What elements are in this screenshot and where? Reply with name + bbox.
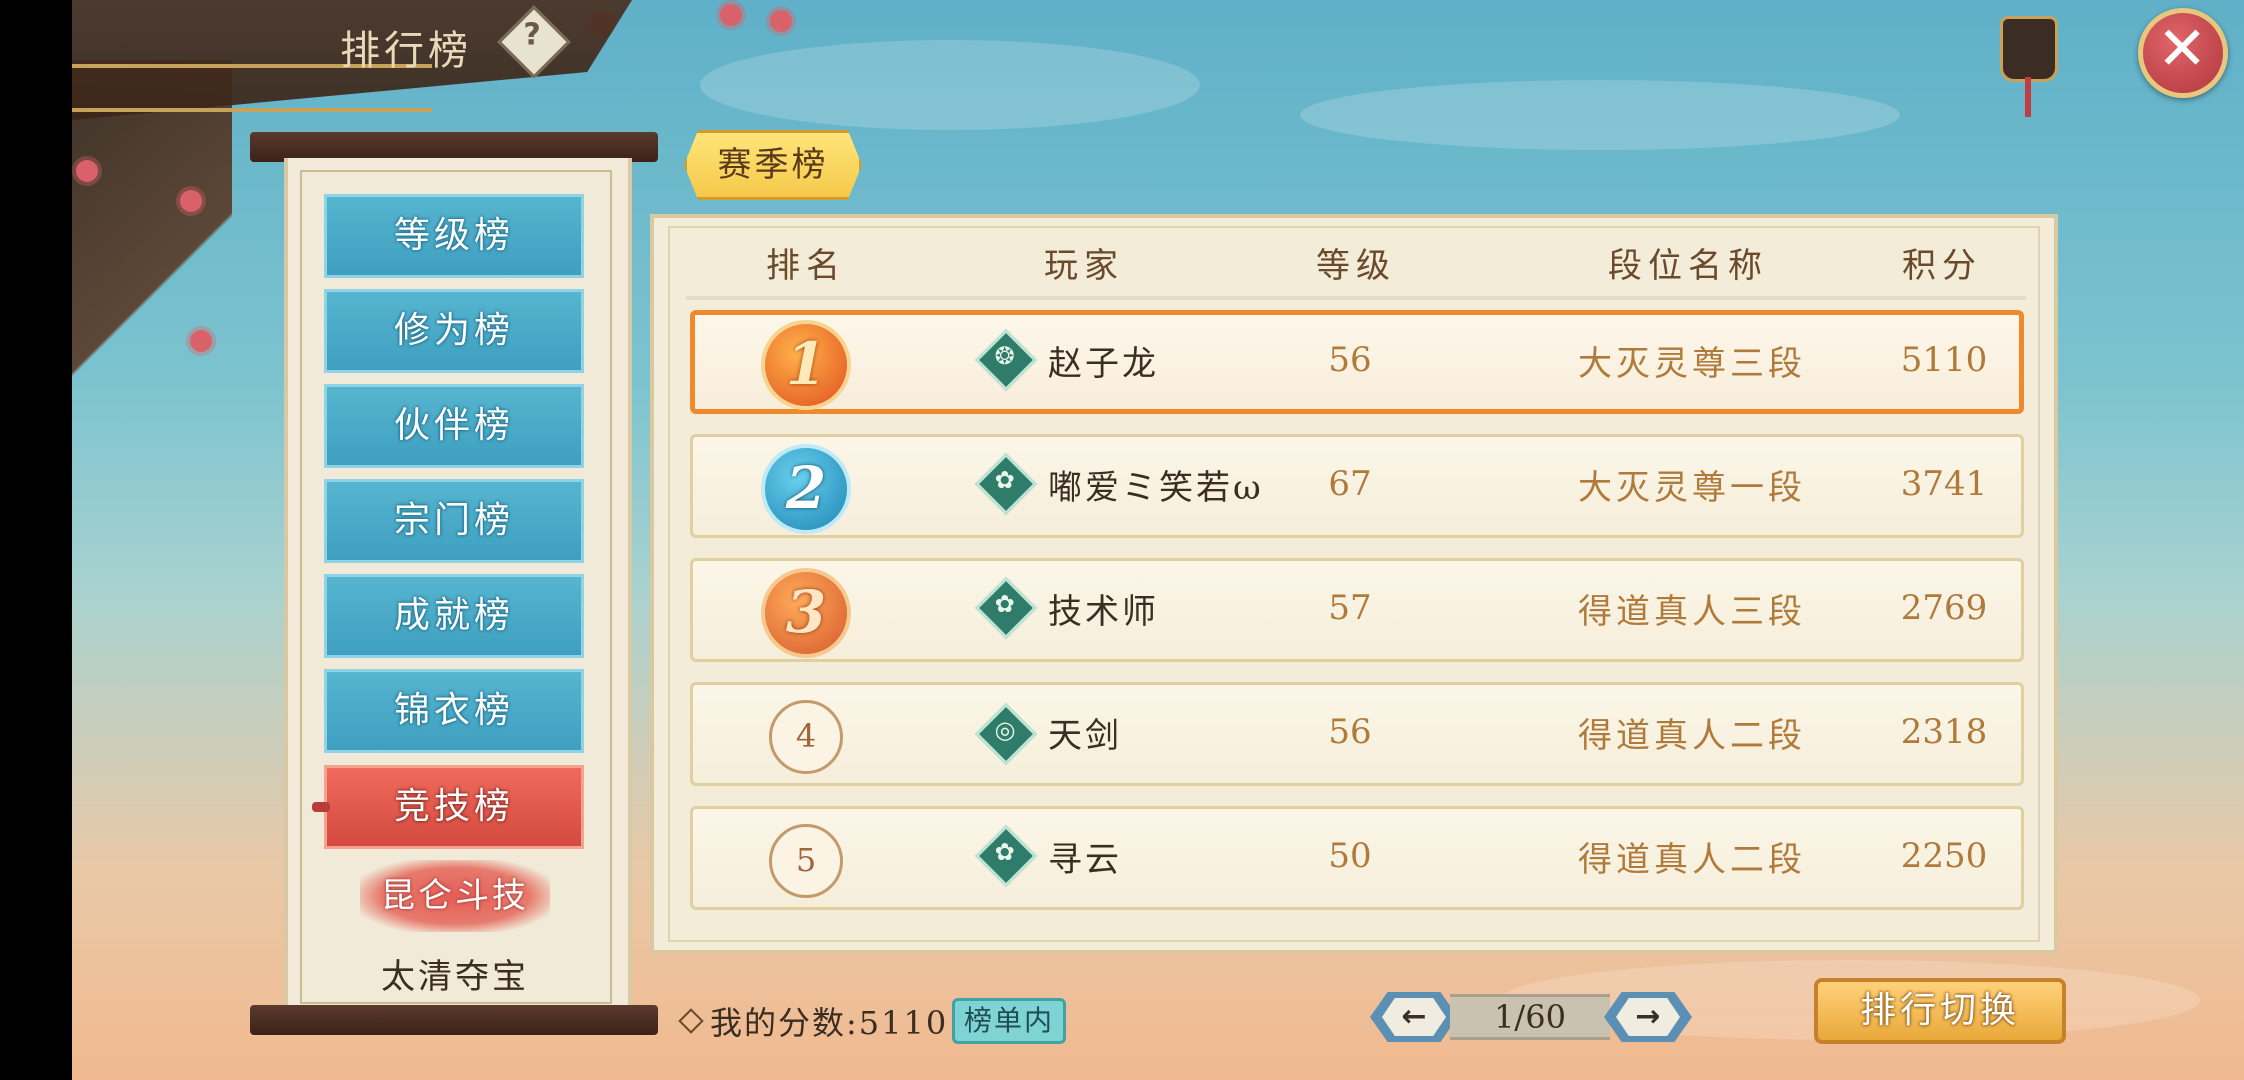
player-score: 2318 — [1900, 712, 1988, 752]
player-level: 56 — [1328, 712, 1372, 752]
tier-name: 大灭灵尊三段 — [1578, 344, 1806, 384]
player-level: 56 — [1328, 340, 1372, 380]
page-indicator: 1/60 — [1494, 998, 1566, 1036]
column-header-score: 积分 — [1902, 246, 1982, 286]
in-list-badge: 榜单内 — [952, 998, 1066, 1044]
sub-item-kunlun-duel[interactable]: 昆仑斗技 — [360, 860, 550, 932]
sidebar-item-partner-rank[interactable]: 伙伴榜 — [324, 384, 584, 468]
player-name: 寻云 — [1048, 840, 1122, 880]
player-score: 3741 — [1900, 464, 1988, 504]
column-header-level: 等级 — [1316, 246, 1396, 286]
player-name: 天剑 — [1048, 716, 1122, 756]
diamond-bullet-icon — [678, 1008, 704, 1034]
close-icon: ✕ — [2157, 14, 2208, 84]
prev-page-button[interactable]: ← — [1370, 992, 1458, 1042]
page-title: 排行榜 — [340, 28, 472, 74]
sidebar-item-sect-rank[interactable]: 宗门榜 — [324, 479, 584, 563]
player-name: 嘟爱ミ笑若ω — [1048, 468, 1264, 508]
rank-number: 5 — [769, 824, 843, 898]
blossom-decoration — [180, 190, 202, 212]
player-name: 技术师 — [1048, 592, 1159, 632]
rank-medal-bronze: 3 — [761, 568, 851, 658]
lantern-icon — [2000, 16, 2058, 117]
question-icon: ? — [523, 17, 541, 53]
column-header-tier: 段位名称 — [1608, 246, 1768, 286]
player-score: 2250 — [1900, 836, 1988, 876]
player-score: 2769 — [1900, 588, 1988, 628]
switch-ranking-button[interactable]: 排行切换 — [1814, 978, 2066, 1044]
sidebar-item-cultivation-rank[interactable]: 修为榜 — [324, 289, 584, 373]
player-score: 5110 — [1900, 340, 1988, 380]
close-button[interactable]: ✕ — [2138, 8, 2228, 98]
title-ornament-line — [72, 108, 432, 112]
column-header-rank: 排名 — [766, 246, 846, 286]
cloud-decoration — [1300, 80, 1900, 150]
next-page-button[interactable]: → — [1604, 992, 1692, 1042]
sidebar-item-level-rank[interactable]: 等级榜 — [324, 194, 584, 278]
blossom-decoration — [720, 4, 742, 26]
sub-item-taiqing-treasure[interactable]: 太清夺宝 — [360, 941, 550, 1013]
tier-name: 得道真人二段 — [1578, 716, 1806, 756]
sidebar-item-arena-rank[interactable]: 竞技榜 — [324, 765, 584, 849]
player-level: 50 — [1328, 836, 1372, 876]
arrow-right-icon: → — [1616, 998, 1680, 1036]
blossom-decoration — [770, 10, 792, 32]
sidebar-item-achievement-rank[interactable]: 成就榜 — [324, 574, 584, 658]
cloud-decoration — [700, 40, 1200, 130]
blossom-decoration — [190, 330, 212, 352]
player-name: 赵子龙 — [1048, 344, 1159, 384]
rank-number: 4 — [769, 700, 843, 774]
sidebar-item-outfit-rank[interactable]: 锦衣榜 — [324, 669, 584, 753]
blossom-decoration — [76, 160, 98, 182]
rank-medal-gold: 1 — [761, 320, 851, 410]
player-level: 67 — [1328, 464, 1372, 504]
tab-season-rank[interactable]: 赛季榜 — [684, 130, 862, 200]
selection-pointer — [312, 802, 330, 812]
my-score-label: 我的分数:5110 — [710, 1004, 949, 1042]
tier-name: 得道真人二段 — [1578, 840, 1806, 880]
player-level: 57 — [1328, 588, 1372, 628]
tier-name: 大灭灵尊一段 — [1578, 468, 1806, 508]
column-header-player: 玩家 — [1044, 246, 1124, 286]
rank-medal-silver: 2 — [761, 444, 851, 534]
tier-name: 得道真人三段 — [1578, 592, 1806, 632]
left-black-bar — [0, 0, 72, 1080]
arrow-left-icon: ← — [1382, 998, 1446, 1036]
header-divider — [686, 296, 2026, 300]
